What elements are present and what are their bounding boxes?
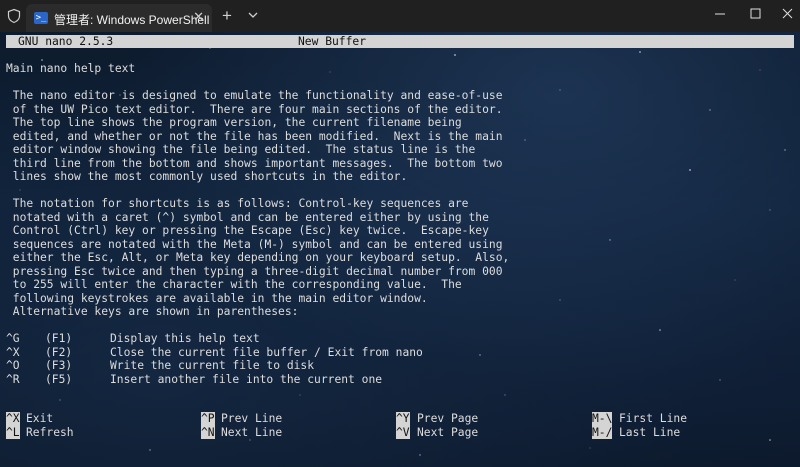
shortcut-key[interactable]: ^Y bbox=[396, 412, 410, 426]
help-text-line: Control (Ctrl) key or pressing the Escap… bbox=[6, 224, 489, 237]
powershell-icon: >_ bbox=[34, 12, 48, 24]
shortcut-key[interactable]: ^L bbox=[6, 425, 20, 439]
shortcut-prev-page[interactable]: Prev Page bbox=[417, 412, 478, 426]
terminal[interactable]: GNU nano 2.5.3 New Buffer Main nano help… bbox=[0, 32, 800, 467]
shortcut-refresh[interactable]: Refresh bbox=[26, 426, 74, 440]
help-title: Main nano help text bbox=[6, 62, 136, 75]
keystroke-key: ^X bbox=[6, 345, 20, 359]
keystroke-key: ^G bbox=[6, 332, 20, 345]
keystroke-alt: (F5) bbox=[45, 372, 73, 386]
keystroke-desc: Write the current file to disk bbox=[110, 359, 315, 372]
chevron-down-icon[interactable] bbox=[246, 8, 260, 22]
shortcut-key[interactable]: ^X bbox=[6, 412, 20, 426]
shortcut-key[interactable]: ^V bbox=[396, 425, 410, 439]
shortcut-next-line[interactable]: Next Line bbox=[221, 426, 282, 440]
keystroke-key: ^R bbox=[6, 372, 20, 386]
help-text-line: either the Esc, Alt, or Meta key dependi… bbox=[6, 251, 510, 264]
tab-title: 管理者: Windows PowerShell bbox=[54, 13, 210, 27]
help-text-line: editor window showing the file being edi… bbox=[6, 143, 476, 156]
shortcut-key[interactable]: ^P bbox=[201, 412, 215, 426]
keystroke-key: ^O bbox=[6, 359, 20, 372]
help-text-line: lines show the most commonly used shortc… bbox=[6, 170, 408, 183]
close-tab-icon[interactable]: ✕ bbox=[193, 9, 204, 25]
buffer-name: New Buffer bbox=[298, 35, 367, 48]
help-text-line: following keystrokes are available in th… bbox=[6, 291, 428, 305]
shortcut-prev-line[interactable]: Prev Line bbox=[221, 412, 282, 426]
help-text-line: pressing Esc twice and then typing a thr… bbox=[6, 264, 503, 278]
nano-version: GNU nano 2.5.3 bbox=[18, 35, 114, 48]
shortcut-key[interactable]: M-\ bbox=[592, 412, 613, 426]
keystroke-alt: (F2) bbox=[45, 345, 73, 359]
help-text-line: sequences are notated with the Meta (M-)… bbox=[6, 237, 503, 251]
help-text-line: of the UW Pico text editor. There are fo… bbox=[6, 102, 503, 116]
help-text-line: edited, and whether or not the file has … bbox=[6, 129, 503, 143]
shortcut-first-line[interactable]: First Line bbox=[619, 412, 687, 426]
help-text-line: The notation for shortcuts is as follows… bbox=[6, 197, 469, 210]
help-text-line: to 255 will enter the character with the… bbox=[6, 278, 462, 291]
help-text-line: Alternative keys are shown in parenthese… bbox=[6, 305, 299, 318]
shortcut-key[interactable]: M-/ bbox=[592, 425, 613, 439]
help-text-line: third line from the bottom and shows imp… bbox=[6, 156, 503, 170]
minimize-icon[interactable] bbox=[700, 0, 740, 32]
close-window-icon[interactable] bbox=[768, 0, 800, 32]
shield-icon bbox=[7, 8, 21, 24]
keystroke-alt: (F3) bbox=[45, 359, 73, 372]
keystroke-alt: (F1) bbox=[45, 332, 73, 345]
help-text-line: notated with a caret (^) symbol and can … bbox=[6, 210, 489, 224]
help-text-line: The top line shows the program version, … bbox=[6, 116, 462, 129]
nano-title-bar: GNU nano 2.5.3 New Buffer bbox=[6, 35, 794, 48]
keystroke-desc: Display this help text bbox=[110, 332, 260, 345]
help-text-line: The nano editor is designed to emulate t… bbox=[6, 89, 503, 102]
shortcut-last-line[interactable]: Last Line bbox=[619, 426, 680, 440]
keystroke-desc: Close the current file buffer / Exit fro… bbox=[110, 345, 423, 359]
shortcut-key[interactable]: ^N bbox=[201, 425, 215, 439]
keystroke-desc: Insert another file into the current one bbox=[110, 372, 383, 386]
tab-powershell[interactable]: >_ 管理者: Windows PowerShell ✕ bbox=[26, 4, 212, 32]
title-bar: >_ 管理者: Windows PowerShell ✕ + bbox=[0, 0, 800, 32]
new-tab-button[interactable]: + bbox=[222, 6, 232, 26]
shortcut-next-page[interactable]: Next Page bbox=[417, 426, 478, 440]
shortcut-exit[interactable]: Exit bbox=[26, 412, 53, 426]
